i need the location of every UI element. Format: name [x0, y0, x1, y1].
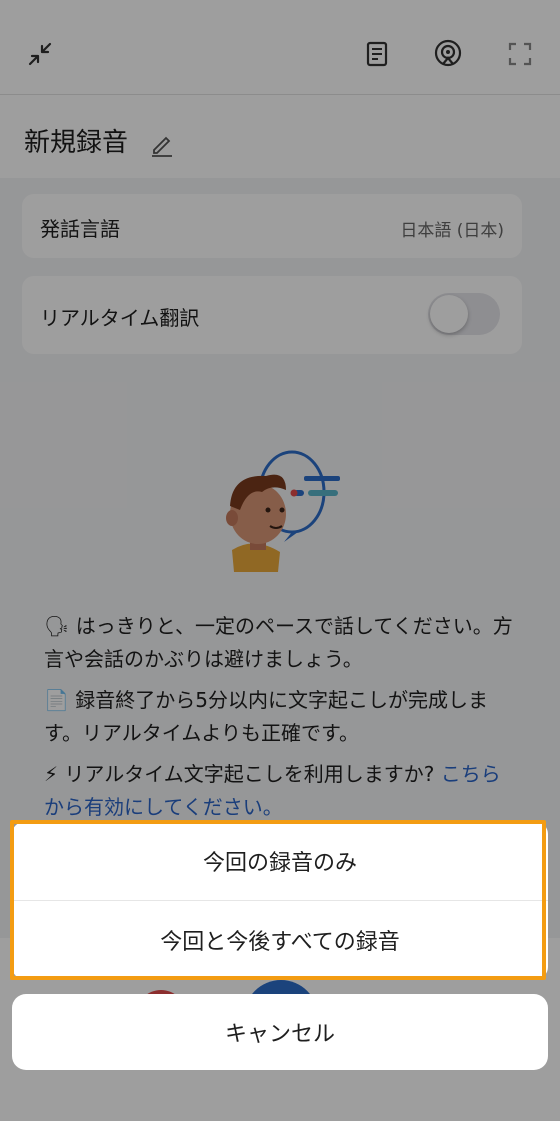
option-this-and-future-recordings[interactable]: 今回と今後すべての録音	[12, 901, 548, 979]
cancel-button[interactable]: キャンセル	[12, 994, 548, 1070]
option-this-recording-only[interactable]: 今回の録音のみ	[12, 822, 548, 901]
action-sheet: 今回の録音のみ 今回と今後すべての録音	[12, 822, 548, 979]
